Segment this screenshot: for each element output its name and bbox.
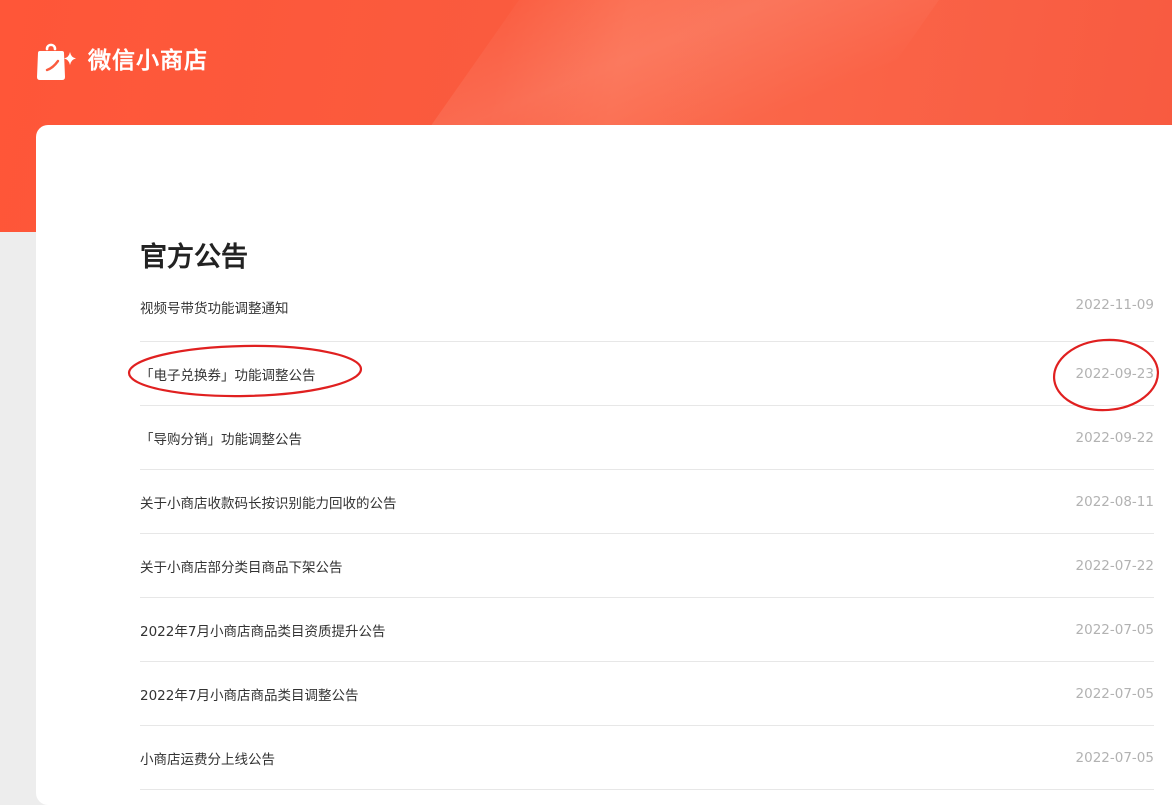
notice-title: 关于小商店收款码长按识别能力回收的公告 (140, 495, 397, 512)
notice-item[interactable]: 「导购分销」功能调整公告 2022-09-22 (140, 406, 1154, 470)
shopping-bag-sparkle-icon (37, 43, 76, 80)
notice-title: 2022年7月小商店商品类目资质提升公告 (140, 623, 386, 640)
content-card: 官方公告 视频号带货功能调整通知 2022-11-09 「电子兑换券」功能调整公… (36, 125, 1172, 805)
notice-list: 视频号带货功能调整通知 2022-11-09 「电子兑换券」功能调整公告 202… (140, 283, 1154, 790)
notice-date: 2022-11-09 (1075, 297, 1154, 313)
notice-date: 2022-07-22 (1075, 557, 1154, 574)
notice-title: 「导购分销」功能调整公告 (140, 431, 302, 448)
notice-title: 关于小商店部分类目商品下架公告 (140, 559, 343, 576)
notice-item[interactable]: 关于小商店收款码长按识别能力回收的公告 2022-08-11 (140, 470, 1154, 534)
notice-date: 2022-08-11 (1075, 493, 1154, 510)
notice-date: 2022-09-23 (1075, 365, 1154, 382)
notice-item[interactable]: 2022年7月小商店商品类目资质提升公告 2022-07-05 (140, 598, 1154, 662)
notice-date: 2022-07-05 (1075, 749, 1154, 766)
notice-date: 2022-07-05 (1075, 621, 1154, 638)
notice-item[interactable]: 视频号带货功能调整通知 2022-11-09 (140, 283, 1154, 342)
notice-date: 2022-09-22 (1075, 429, 1154, 446)
notice-title: 2022年7月小商店商品类目调整公告 (140, 687, 359, 704)
brand-title: 微信小商店 (88, 48, 208, 74)
section-title: 官方公告 (140, 242, 248, 273)
notice-item[interactable]: 「电子兑换券」功能调整公告 2022-09-23 (140, 342, 1154, 406)
notice-item[interactable]: 关于小商店部分类目商品下架公告 2022-07-22 (140, 534, 1154, 598)
notice-title: 「电子兑换券」功能调整公告 (140, 367, 316, 384)
notice-section: 官方公告 视频号带货功能调整通知 2022-11-09 「电子兑换券」功能调整公… (140, 233, 1154, 790)
notice-title: 小商店运费分上线公告 (140, 751, 275, 768)
notice-item[interactable]: 小商店运费分上线公告 2022-07-05 (140, 726, 1154, 790)
notice-title: 视频号带货功能调整通知 (140, 301, 289, 317)
notice-item[interactable]: 2022年7月小商店商品类目调整公告 2022-07-05 (140, 662, 1154, 726)
notice-date: 2022-07-05 (1075, 685, 1154, 702)
brand[interactable]: 微信小商店 (36, 40, 208, 82)
